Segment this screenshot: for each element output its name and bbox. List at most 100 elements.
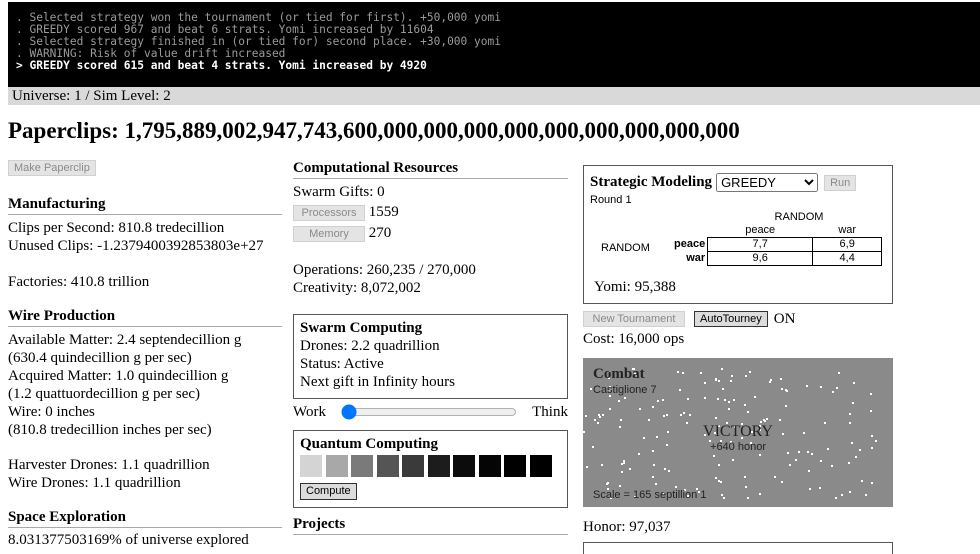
drone-dot — [785, 405, 787, 407]
paperclip-count-title: Paperclips: 1,795,889,002,947,743,600,00… — [8, 118, 740, 143]
drone-dot — [744, 476, 746, 478]
drone-dot — [648, 419, 650, 421]
think-label: Think — [532, 403, 568, 420]
drone-dot — [819, 487, 821, 489]
drone-dot — [663, 415, 665, 417]
drone-dot — [629, 468, 631, 470]
drone-dot — [852, 402, 854, 404]
universe-explored: 8.031377503169% of universe explored — [8, 532, 249, 548]
drone-dot — [590, 388, 592, 390]
drone-dot — [715, 379, 717, 381]
combat-honor-gain: +640 honor — [710, 441, 766, 453]
drone-dot — [585, 415, 587, 417]
drone-dot — [704, 382, 706, 384]
processors-button[interactable]: Processors — [293, 204, 365, 221]
next-panel-top — [583, 542, 893, 554]
drone-dot — [809, 488, 811, 490]
drone-dot — [718, 464, 720, 466]
drone-dot — [715, 477, 717, 479]
space-exploration-heading: Space Exploration — [8, 509, 282, 528]
drone-dot — [609, 408, 611, 410]
memory-button[interactable]: Memory — [293, 225, 365, 242]
run-button[interactable]: Run — [824, 174, 857, 191]
column-player-label: RANDOM — [774, 211, 824, 223]
drone-dot — [766, 418, 768, 420]
autotourney-button[interactable]: AutoTourney — [694, 311, 768, 327]
drone-dot — [811, 453, 813, 455]
combat-panel: Combat Castiglione 7 VICTORY +640 honor … — [583, 358, 893, 507]
drone-dot — [835, 497, 837, 499]
drone-dot — [639, 408, 641, 410]
drone-dot — [781, 481, 783, 483]
universe-bar: Universe: 1 / Sim Level: 2 — [8, 87, 980, 105]
drone-dot — [606, 483, 608, 485]
payoff-cell: 9,6 — [707, 251, 814, 266]
swarm-gifts: Swarm Gifts: 0 — [293, 184, 385, 200]
drone-dot — [715, 417, 717, 419]
make-paperclip-button[interactable]: Make Paperclip — [8, 160, 96, 176]
drone-dot — [601, 464, 603, 466]
work-think-slider-row: Work Think — [293, 403, 568, 421]
honor: Honor: 97,037 — [583, 519, 671, 535]
work-label: Work — [293, 403, 326, 420]
drone-dot — [780, 378, 782, 380]
creativity: Creativity: 8,072,002 — [293, 280, 421, 296]
left-column: Make Paperclip Manufacturing Clips per S… — [8, 160, 282, 549]
drone-dot — [657, 400, 659, 402]
operations: Operations: 260,235 / 270,000 — [293, 262, 476, 278]
drone-dot — [774, 476, 776, 478]
drone-dot — [759, 454, 761, 456]
drone-dot — [724, 399, 726, 401]
quantum-chip — [427, 455, 450, 477]
compute-button[interactable]: Compute — [300, 483, 357, 501]
col-move-label: peace — [745, 224, 776, 236]
drone-dot — [808, 470, 810, 472]
drone-dot — [721, 494, 723, 496]
drone-dot — [668, 470, 670, 472]
swarm-status: Status: Active — [300, 356, 384, 372]
drone-dot — [624, 397, 626, 399]
col-move-label: war — [838, 224, 857, 236]
drone-dot — [687, 398, 689, 400]
drone-dot — [806, 385, 808, 387]
drone-dot — [754, 396, 756, 398]
drone-dot — [732, 459, 734, 461]
drone-dot — [728, 408, 730, 410]
drone-dot — [831, 465, 833, 467]
strategy-select[interactable]: GREEDY — [716, 173, 819, 192]
drone-dot — [786, 390, 788, 392]
drone-dot — [689, 414, 691, 416]
drone-dot — [619, 485, 621, 487]
drone-dot — [832, 391, 834, 393]
drone-dot — [704, 397, 706, 399]
quantum-chip — [300, 455, 322, 477]
available-matter-rate: (630.4 quindecillion g per sec) — [8, 350, 192, 366]
clips-per-second: Clips per Second: 810.8 tredecillion — [8, 220, 225, 236]
drone-dot — [598, 414, 600, 416]
row-move-label: war — [686, 252, 706, 264]
projects-heading: Projects — [293, 516, 568, 535]
drone-dot — [769, 381, 771, 383]
drone-dot — [848, 462, 850, 464]
drone-dot — [728, 401, 730, 403]
drone-dot — [655, 483, 657, 485]
wire-drones: Wire Drones: 1.1 quadrillion — [8, 475, 181, 491]
drone-dot — [789, 464, 791, 466]
drone-dot — [749, 371, 751, 373]
drone-dot — [664, 468, 666, 470]
swarm-computing-heading: Swarm Computing — [300, 320, 423, 336]
acquired-matter-rate: (1.2 quattuordecillion g per sec) — [8, 386, 201, 402]
drone-dot — [759, 493, 761, 495]
drone-dot — [621, 471, 623, 473]
quantum-chip — [351, 455, 373, 477]
drone-dot — [675, 486, 677, 488]
drone-dot — [836, 387, 838, 389]
work-think-slider[interactable] — [341, 404, 518, 420]
factories: Factories: 410.8 trillion — [8, 274, 150, 290]
unused-clips: Unused Clips: -1.2379400392853803e+27 — [8, 238, 264, 254]
drone-dot — [763, 419, 765, 421]
drone-dot — [718, 380, 720, 382]
quantum-chip — [453, 455, 475, 477]
new-tournament-button[interactable]: New Tournament — [583, 311, 685, 327]
drone-dot — [838, 372, 840, 374]
